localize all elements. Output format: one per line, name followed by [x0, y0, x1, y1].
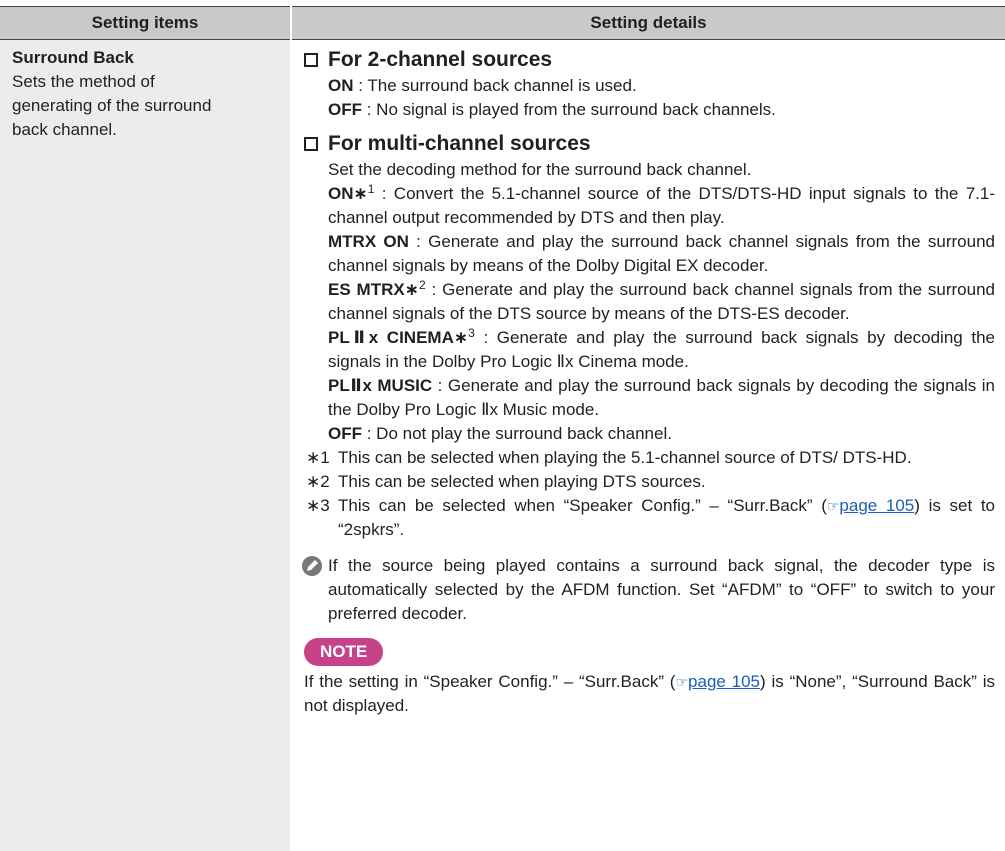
option-row: PLⅡx CINEMA∗3 : Generate and play the su… — [328, 326, 995, 371]
note-badge: NOTE — [304, 638, 384, 666]
option-row: OFF : No signal is played from the surro… — [328, 100, 776, 119]
setting-item-desc-line: generating of the surround — [12, 96, 212, 115]
option-row: OFF : Do not play the surround back chan… — [328, 424, 672, 443]
setting-item-desc-line: back channel. — [12, 120, 117, 139]
reference-page-icon: ☞ — [826, 498, 840, 514]
footnote: ∗1 This can be selected when playing the … — [306, 448, 912, 467]
section-heading-2ch: For 2-channel sources — [304, 46, 995, 74]
option-row: MTRX ON : Generate and play the surround… — [328, 232, 995, 275]
section-heading-multich: For multi-channel sources — [304, 130, 995, 158]
footnote: ∗3 This can be selected when “Speaker Con… — [306, 496, 996, 539]
page-link[interactable]: page 105 — [839, 496, 914, 515]
pencil-icon — [302, 556, 322, 576]
header-setting-details: Setting details — [590, 13, 707, 32]
option-row: ON∗1 : Convert the 5.1-channel source of… — [328, 182, 995, 227]
setting-item-cell: Surround Back Sets the method of generat… — [0, 40, 290, 851]
note-badge-row: NOTE — [304, 638, 995, 666]
page-link[interactable]: page 105 — [688, 672, 760, 691]
setting-item-title: Surround Back — [12, 48, 134, 67]
header-setting-items: Setting items — [91, 13, 199, 32]
option-row: ON : The surround back channel is used. — [328, 76, 637, 95]
footnote: ∗2 This can be selected when playing DTS … — [306, 472, 706, 491]
option-row: PLⅡx MUSIC : Generate and play the surro… — [328, 376, 995, 419]
section-intro: Set the decoding method for the surround… — [328, 160, 752, 179]
note-text: If the setting in “Speaker Config.” – “S… — [304, 672, 995, 715]
memo-block: If the source being played contains a su… — [302, 554, 995, 626]
reference-page-icon: ☞ — [675, 674, 689, 690]
setting-item-desc-line: Sets the method of — [12, 72, 155, 91]
setting-details-cell: For 2-channel sources ON : The surround … — [292, 40, 1005, 851]
memo-text: If the source being played contains a su… — [328, 556, 995, 623]
checkbox-bullet-icon — [304, 53, 318, 67]
checkbox-bullet-icon — [304, 137, 318, 151]
settings-table: Setting items Setting details Surround B… — [0, 6, 1005, 851]
table-header: Setting items Setting details — [0, 6, 1005, 40]
option-row: ES MTRX∗2 : Generate and play the surrou… — [328, 278, 995, 323]
